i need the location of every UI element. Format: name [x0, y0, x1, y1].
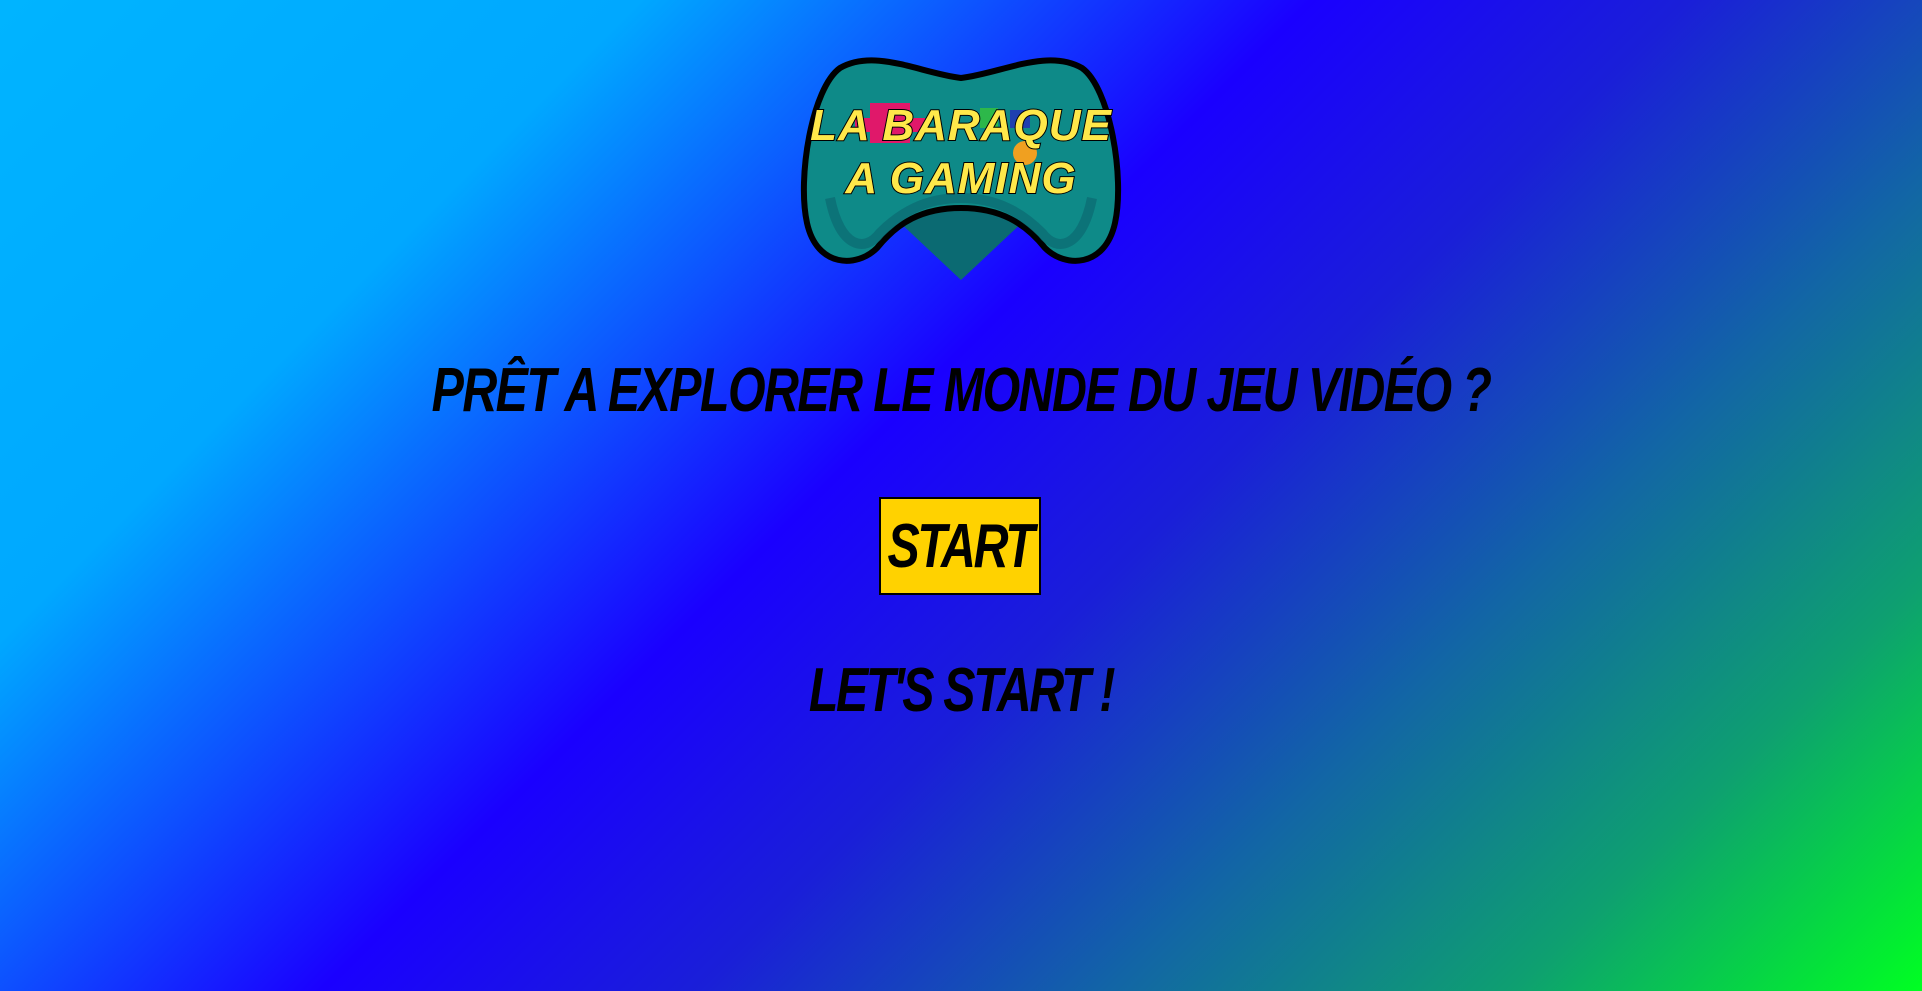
start-button[interactable]: START [879, 497, 1041, 595]
page-headline: PRÊT A EXPLORER LE MONDE DU JEU VIDÉO ? [431, 356, 1492, 425]
logo-line1: LA BARAQUE [810, 101, 1112, 150]
lets-start-text: LET'S START ! [808, 656, 1116, 725]
gamepad-icon: LA BARAQUE A GAMING [800, 57, 1122, 280]
site-logo: LA BARAQUE A GAMING [780, 48, 1142, 288]
logo-line2: A GAMING [844, 154, 1076, 203]
start-button-label: START [887, 511, 1034, 581]
